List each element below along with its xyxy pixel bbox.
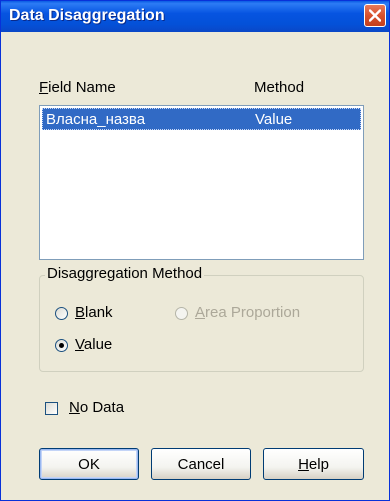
help-button-label: Help xyxy=(264,449,363,479)
help-button-text: elp xyxy=(308,455,329,473)
ok-button-label: OK xyxy=(78,455,100,473)
radio-area-proportion-text: rea Proportion xyxy=(205,304,301,321)
no-data-text: o Data xyxy=(79,399,125,416)
ok-button[interactable]: OK xyxy=(39,448,139,480)
column-header-method: Method xyxy=(254,79,305,96)
mnemonic-f: F xyxy=(39,79,49,96)
radio-area-proportion-label[interactable]: Area Proportion xyxy=(195,304,300,321)
radio-value[interactable] xyxy=(55,339,68,352)
help-button[interactable]: Help xyxy=(263,448,364,480)
radio-selected-dot xyxy=(59,343,64,348)
column-header-field-name-label: ield Name xyxy=(48,79,116,96)
window-title: Data Disaggregation xyxy=(9,7,165,24)
radio-blank-text: lank xyxy=(85,304,113,321)
radio-value-text: alue xyxy=(83,336,113,353)
radio-blank[interactable] xyxy=(55,307,68,320)
mnemonic-n: N xyxy=(69,399,80,416)
list-row-selected[interactable]: Власна_назва Value xyxy=(42,108,361,130)
group-title: Disaggregation Method xyxy=(45,265,205,282)
mnemonic-h: H xyxy=(298,455,309,473)
mnemonic-a: A xyxy=(195,304,206,321)
row-method: Value xyxy=(255,111,293,128)
radio-area-proportion[interactable] xyxy=(175,307,188,320)
radio-value-label[interactable]: Value xyxy=(75,336,112,353)
column-header-field-name: Field Name xyxy=(39,79,116,96)
dialog-window: Data Disaggregation Field Name Method Вл… xyxy=(0,0,390,501)
close-button[interactable] xyxy=(364,4,386,27)
mnemonic-b: B xyxy=(75,304,86,321)
title-bar[interactable]: Data Disaggregation xyxy=(1,1,389,32)
field-list[interactable]: Власна_назва Value xyxy=(39,105,364,260)
mnemonic-v: V xyxy=(75,336,84,353)
no-data-checkbox[interactable] xyxy=(45,402,58,415)
close-icon xyxy=(369,9,381,22)
disaggregation-method-group xyxy=(39,275,364,372)
cancel-button[interactable]: Cancel xyxy=(151,448,251,480)
no-data-label[interactable]: No Data xyxy=(69,399,124,416)
cancel-button-label: Cancel xyxy=(177,455,225,473)
row-field-name: Власна_назва xyxy=(46,111,146,128)
radio-blank-label[interactable]: Blank xyxy=(75,304,113,321)
